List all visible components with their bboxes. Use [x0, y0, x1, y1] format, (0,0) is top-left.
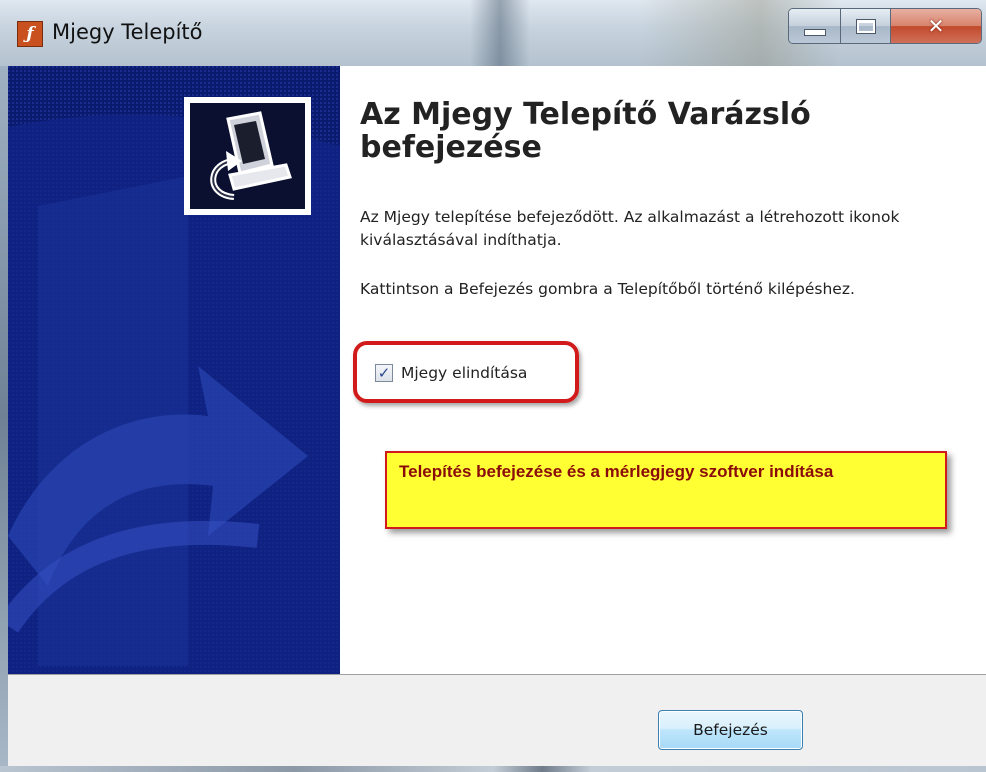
window-controls: ✕	[788, 8, 982, 44]
launch-app-checkbox[interactable]: ✓ Mjegy elindítása	[375, 364, 527, 382]
finish-button[interactable]: Befejezés	[658, 710, 803, 750]
minimize-icon	[803, 28, 826, 36]
minimize-button[interactable]	[789, 9, 841, 43]
wizard-sidebar-banner	[8, 66, 340, 674]
maximize-button[interactable]	[841, 9, 891, 43]
computer-setup-icon	[184, 97, 311, 215]
wizard-content: Az Mjegy Telepítő Varázsló befejezése Az…	[340, 66, 986, 674]
wizard-footer: Befejezés	[8, 674, 986, 766]
checkmark-icon: ✓	[377, 363, 391, 382]
annotation-callout: Telepítés befejezése és a mérlegjegy szo…	[385, 451, 947, 529]
installer-dialog: Az Mjegy Telepítő Varázsló befejezése Az…	[8, 66, 986, 766]
maximize-icon	[855, 18, 876, 34]
completion-message: Az Mjegy telepítése befejeződött. Az alk…	[360, 208, 900, 249]
checkbox-label[interactable]: Mjegy elindítása	[401, 364, 527, 382]
close-button[interactable]: ✕	[891, 9, 981, 43]
title-bar[interactable]: ƒ Mjegy Telepítő ✕	[0, 0, 986, 66]
window-bottom-border	[0, 766, 986, 772]
window-left-border	[0, 66, 8, 766]
flash-installer-icon: ƒ	[17, 21, 43, 47]
window-title: Mjegy Telepítő	[52, 20, 203, 44]
close-icon: ✕	[927, 14, 945, 38]
checkbox-box[interactable]: ✓	[375, 364, 393, 382]
page-title: Az Mjegy Telepítő Varázsló befejezése	[360, 97, 811, 165]
finish-instruction: Kattintson a Befejezés gombra a Telepítő…	[360, 280, 855, 298]
